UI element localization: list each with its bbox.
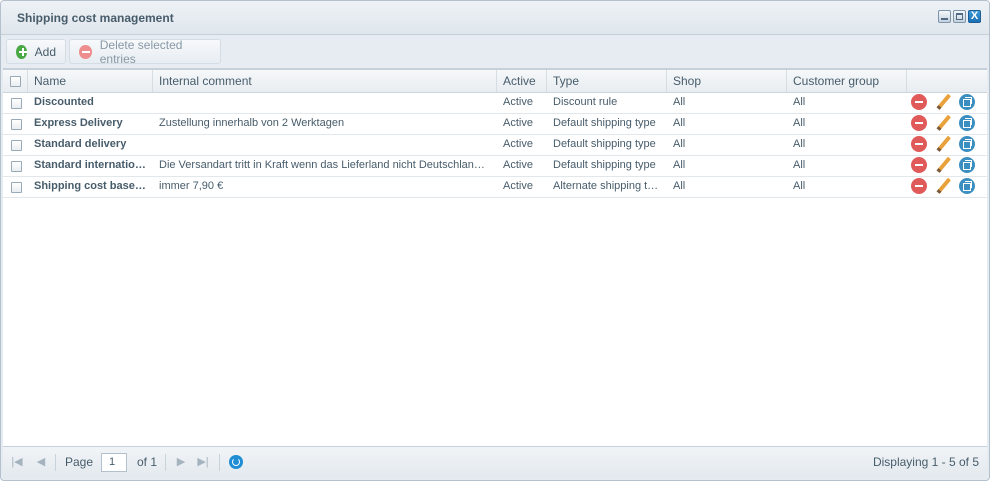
cell-type: Discount rule bbox=[553, 96, 618, 108]
cell-name: Shipping cost base… bbox=[34, 180, 146, 192]
shipping-cost-window: Shipping cost management X Add Delete se… bbox=[0, 0, 990, 481]
pager-separator bbox=[55, 454, 56, 471]
row-actions bbox=[911, 94, 975, 110]
edit-pencil-icon[interactable] bbox=[935, 136, 951, 152]
cell-type: Alternate shipping t… bbox=[553, 180, 659, 192]
cell-shop: All bbox=[673, 96, 686, 108]
column-header-active[interactable]: Active bbox=[497, 70, 547, 92]
delete-row-icon[interactable] bbox=[911, 136, 927, 152]
row-checkbox[interactable] bbox=[11, 140, 22, 151]
page-label: Page bbox=[65, 455, 94, 469]
cell-shop: All bbox=[673, 117, 686, 129]
delete-button-label: Delete selected entries bbox=[99, 37, 183, 66]
select-all-checkbox[interactable] bbox=[10, 76, 21, 87]
window-controls: X bbox=[938, 10, 981, 23]
cell-comment: immer 7,90 € bbox=[159, 180, 224, 192]
cell-customer-group: All bbox=[793, 138, 806, 150]
table-row[interactable]: Discounted Active Discount rule All All bbox=[3, 92, 987, 114]
maximize-icon[interactable] bbox=[953, 10, 966, 23]
column-header-name[interactable]: Name bbox=[28, 70, 153, 92]
delete-selected-button[interactable]: Delete selected entries bbox=[69, 37, 221, 66]
toolbar: Add Delete selected entries bbox=[3, 36, 987, 69]
delete-row-icon[interactable] bbox=[911, 115, 927, 131]
delete-row-icon[interactable] bbox=[911, 157, 927, 173]
page-number-input[interactable]: 1 bbox=[101, 453, 127, 472]
cell-comment bbox=[153, 92, 493, 113]
row-actions bbox=[911, 178, 975, 194]
edit-pencil-icon[interactable] bbox=[935, 178, 951, 194]
cell-name: Standard internatio… bbox=[34, 159, 146, 171]
duplicate-icon[interactable] bbox=[959, 94, 975, 110]
display-info: Displaying 1 - 5 of 5 bbox=[872, 455, 979, 469]
cell-comment: Zustellung innerhalb von 2 Werktagen bbox=[159, 117, 345, 129]
cell-comment bbox=[153, 134, 493, 155]
cell-name: Standard delivery bbox=[34, 138, 127, 150]
page-count-label: of 1 bbox=[137, 455, 158, 469]
cell-active: Active bbox=[503, 159, 533, 171]
column-header-shop[interactable]: Shop bbox=[667, 70, 787, 92]
cell-active: Active bbox=[503, 96, 533, 108]
cell-name: Express Delivery bbox=[34, 117, 123, 129]
cell-comment: Die Versandart tritt in Kraft wenn das L… bbox=[159, 159, 485, 171]
table-row[interactable]: Standard internatio… Die Versandart trit… bbox=[3, 155, 987, 177]
row-actions bbox=[911, 157, 975, 173]
add-button[interactable]: Add bbox=[6, 39, 66, 64]
duplicate-icon[interactable] bbox=[959, 157, 975, 173]
previous-page-icon[interactable]: ◀ bbox=[35, 456, 47, 468]
window-title: Shipping cost management bbox=[17, 11, 174, 25]
column-header-comment[interactable]: Internal comment bbox=[153, 70, 497, 92]
edit-pencil-icon[interactable] bbox=[935, 157, 951, 173]
delete-row-icon[interactable] bbox=[911, 178, 927, 194]
add-button-label: Add bbox=[34, 44, 56, 59]
last-page-icon[interactable]: ▶| bbox=[197, 456, 209, 468]
plus-icon bbox=[16, 44, 27, 59]
cell-type: Default shipping type bbox=[553, 138, 656, 150]
cell-customer-group: All bbox=[793, 96, 806, 108]
duplicate-icon[interactable] bbox=[959, 136, 975, 152]
cell-customer-group: All bbox=[793, 159, 806, 171]
duplicate-icon[interactable] bbox=[959, 115, 975, 131]
column-header-type[interactable]: Type bbox=[547, 70, 667, 92]
row-checkbox[interactable] bbox=[11, 98, 22, 109]
minus-icon bbox=[79, 44, 92, 59]
cell-type: Default shipping type bbox=[553, 117, 656, 129]
close-icon[interactable]: X bbox=[968, 10, 981, 23]
first-page-icon[interactable]: |◀ bbox=[11, 456, 23, 468]
cell-type: Default shipping type bbox=[553, 159, 656, 171]
next-page-icon[interactable]: ▶ bbox=[175, 456, 187, 468]
refresh-icon[interactable] bbox=[229, 455, 243, 469]
cell-shop: All bbox=[673, 180, 686, 192]
grid-header: Name Internal comment Active Type Shop C… bbox=[3, 70, 987, 93]
duplicate-icon[interactable] bbox=[959, 178, 975, 194]
cell-customer-group: All bbox=[793, 180, 806, 192]
row-checkbox[interactable] bbox=[11, 182, 22, 193]
select-all-cell bbox=[3, 70, 28, 92]
table-row[interactable]: Standard delivery Active Default shippin… bbox=[3, 134, 987, 156]
row-checkbox[interactable] bbox=[11, 119, 22, 130]
row-checkbox[interactable] bbox=[11, 161, 22, 172]
cell-active: Active bbox=[503, 138, 533, 150]
table-row[interactable]: Shipping cost base… immer 7,90 € Active … bbox=[3, 176, 987, 198]
row-actions bbox=[911, 136, 975, 152]
edit-pencil-icon[interactable] bbox=[935, 94, 951, 110]
cell-customer-group: All bbox=[793, 117, 806, 129]
delete-row-icon[interactable] bbox=[911, 94, 927, 110]
cell-active: Active bbox=[503, 117, 533, 129]
shipping-grid: Name Internal comment Active Type Shop C… bbox=[3, 69, 987, 446]
minimize-icon[interactable] bbox=[938, 10, 951, 23]
cell-name: Discounted bbox=[34, 96, 94, 108]
cell-shop: All bbox=[673, 159, 686, 171]
edit-pencil-icon[interactable] bbox=[935, 115, 951, 131]
table-row[interactable]: Express Delivery Zustellung innerhalb vo… bbox=[3, 113, 987, 135]
cell-active: Active bbox=[503, 180, 533, 192]
paging-toolbar: |◀ ◀ Page 1 of 1 ▶ ▶| Displaying 1 - 5 o… bbox=[3, 446, 987, 478]
title-bar[interactable]: Shipping cost management X bbox=[1, 1, 989, 35]
cell-shop: All bbox=[673, 138, 686, 150]
pager-separator bbox=[219, 454, 220, 471]
column-header-customer-group[interactable]: Customer group bbox=[787, 70, 907, 92]
column-header-actions bbox=[907, 70, 987, 92]
row-actions bbox=[911, 115, 975, 131]
pager-separator bbox=[165, 454, 166, 471]
